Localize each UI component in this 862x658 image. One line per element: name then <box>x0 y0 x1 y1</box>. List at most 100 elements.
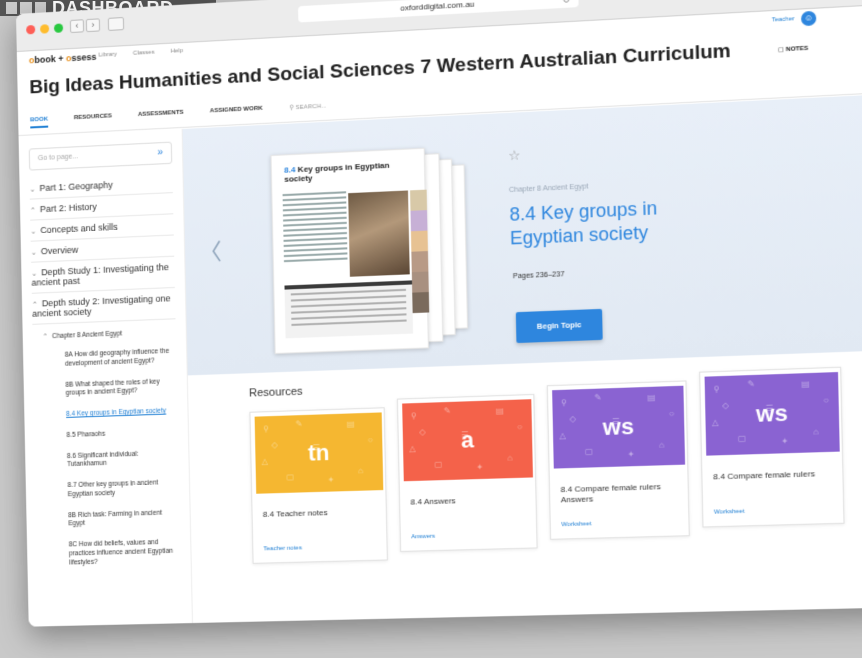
resource-type-link[interactable]: Worksheet <box>714 509 745 516</box>
sidebar-section-label: Overview <box>40 244 79 257</box>
pattern-icon: ⌂ <box>658 440 665 450</box>
sidebar-topic-item[interactable]: 8B Rich task: Farming in ancient Egypt <box>36 503 180 537</box>
pattern-icon: ✦ <box>476 462 484 472</box>
resource-card[interactable]: ⚲ ✎ ▤ ○ △ ▢ ✦ ⌂ ☰ ◇ a 8.4 Answers Answers <box>396 393 538 552</box>
tab-book[interactable]: BOOK <box>30 116 49 129</box>
sidebar: Go to page... » ⌄ Part 1: Geography ⌃ Part … <box>18 128 194 627</box>
pattern-icon: ▤ <box>647 392 656 403</box>
page-thumbnail-title: 8.4 Key groups in Egyptian society <box>283 160 390 184</box>
page-range: Pages 236–237 <box>512 271 565 281</box>
reload-icon[interactable]: ↻ <box>562 0 570 8</box>
resource-card[interactable]: ⚲ ✎ ▤ ○ △ ▢ ✦ ⌂ ☰ ◇ tn 8.4 Teacher notes Teacher not… <box>249 407 388 564</box>
avatar-icon: ☺ <box>800 10 817 27</box>
sidebar-topic-item[interactable]: 8.7 Other key groups in ancient Egyptian… <box>36 473 180 507</box>
library-link[interactable]: Library <box>99 52 117 59</box>
resource-thumbnail: ⚲ ✎ ▤ ○ △ ▢ ✦ ⌂ ☰ ◇ tn <box>254 412 384 494</box>
notes-icon: ▢ <box>777 46 785 54</box>
page-title: Big Ideas Humanities and Social Sciences… <box>29 40 731 99</box>
begin-topic-button[interactable]: Begin Topic <box>515 308 603 344</box>
resource-type-badge: tn <box>307 439 330 466</box>
tab-resources[interactable]: RESOURCES <box>74 113 112 126</box>
pattern-icon: ▢ <box>434 459 443 470</box>
browser-window: ‹ › oxforddigital.com.au ↻ ⇪ ❐ ● obook +… <box>16 0 862 627</box>
chevron-down-icon: ⌄ <box>30 228 37 236</box>
sidebar-topic-item[interactable]: 8B What shaped the roles of key groups i… <box>33 371 177 406</box>
sidebar-topic-item[interactable]: 8C How did beliefs, values and practices… <box>37 533 181 575</box>
pattern-icon: ◇ <box>419 427 426 437</box>
favourite-star-icon[interactable]: ☆ <box>508 147 521 164</box>
pattern-icon: ✎ <box>594 392 602 403</box>
pattern-icon: ○ <box>823 395 829 405</box>
url-text: oxforddigital.com.au <box>400 0 475 13</box>
pattern-icon: △ <box>559 431 566 441</box>
sidebar-section-label: Part 1: Geography <box>39 179 113 194</box>
pattern-icon: ⌂ <box>358 466 364 476</box>
pattern-icon: ⚲ <box>262 424 270 434</box>
page-preview[interactable]: 8.4 Key groups in Egyptian society <box>270 146 470 355</box>
pattern-icon: ⚲ <box>560 397 568 408</box>
page-thumbnail-front: 8.4 Key groups in Egyptian society <box>270 147 430 355</box>
pattern-icon: ▢ <box>584 446 594 457</box>
pattern-icon: ◇ <box>722 400 730 411</box>
resource-cards: ⚲ ✎ ▤ ○ △ ▢ ✦ ⌂ ☰ ◇ tn 8.4 Teacher notes Teacher not… <box>249 366 845 564</box>
pattern-icon: ⌂ <box>507 453 513 463</box>
search-field[interactable]: ⚲ SEARCH... <box>289 102 326 115</box>
resource-card[interactable]: ⚲ ✎ ▤ ○ △ ▢ ✦ ⌂ ☰ ◇ ws 8.4 Compare female rulers Wor… <box>699 366 845 528</box>
chapter-label: Chapter 8 Ancient Egypt <box>508 183 589 195</box>
chevron-up-icon: ⌃ <box>42 333 49 341</box>
sidebar-toggle-button[interactable] <box>107 16 125 31</box>
back-button[interactable]: ‹ <box>69 19 85 34</box>
chevron-down-icon: ⌄ <box>29 186 36 194</box>
sidebar-section-label: Depth study 2: Investigating one ancient… <box>32 293 171 319</box>
pattern-icon: ▤ <box>346 419 355 429</box>
minimize-window-button[interactable] <box>40 24 50 34</box>
forward-button[interactable]: › <box>85 18 101 33</box>
pattern-icon: ✎ <box>443 406 451 416</box>
pattern-icon: ◇ <box>271 440 278 450</box>
pattern-icon: △ <box>261 456 269 467</box>
resources-heading: Resources <box>248 385 303 400</box>
sidebar-topic-item[interactable]: 8.6 Significant individual: Tutankhamun <box>35 443 179 477</box>
resource-type-link[interactable]: Worksheet <box>561 521 591 528</box>
pattern-icon: ◇ <box>569 414 577 424</box>
resource-title: 8.4 Teacher notes <box>262 507 328 519</box>
search-icon: ⚲ <box>289 105 294 112</box>
pattern-icon: ✎ <box>747 379 755 389</box>
resource-title: 8.4 Compare female rulers Answers <box>560 481 661 505</box>
user-menu[interactable]: Teacher ☺ <box>771 10 817 28</box>
resource-title: 8.4 Answers <box>410 496 456 507</box>
chevron-up-icon: ⌃ <box>29 207 36 215</box>
pattern-icon: ▢ <box>737 433 747 444</box>
pattern-icon: △ <box>409 444 416 454</box>
pattern-icon: ⚲ <box>713 384 720 395</box>
maximize-window-button[interactable] <box>53 23 64 33</box>
pattern-icon: ▤ <box>801 379 810 389</box>
help-link[interactable]: Help <box>171 48 184 55</box>
pattern-icon: ✦ <box>781 436 789 447</box>
resource-type-badge: a <box>460 426 474 453</box>
address-bar[interactable]: oxforddigital.com.au ↻ <box>298 0 579 23</box>
notes-button[interactable]: ▢ NOTES <box>778 45 808 54</box>
topic-hero: 〈 〉 8.4 Key groups in Egyptian society <box>182 92 862 376</box>
close-window-button[interactable] <box>26 24 36 35</box>
brand-logo[interactable]: obook + ossess <box>29 52 97 66</box>
go-to-page-input[interactable]: Go to page... » <box>28 141 173 171</box>
resource-card[interactable]: ⚲ ✎ ▤ ○ △ ▢ ✦ ⌂ ☰ ◇ ws 8.4 Compare female rulers An… <box>546 380 690 540</box>
tab-assigned-work[interactable]: ASSIGNED WORK <box>210 106 263 120</box>
sidebar-chapter-label: Chapter 8 Ancient Egypt <box>51 330 123 341</box>
tab-assessments[interactable]: ASSESSMENTS <box>138 110 184 123</box>
sidebar-section-label: Concepts and skills <box>40 221 118 236</box>
resource-type-link[interactable]: Teacher notes <box>263 545 302 552</box>
previous-topic-arrow-icon[interactable]: 〈 <box>199 233 222 266</box>
pattern-icon: ✎ <box>295 419 303 429</box>
classes-link[interactable]: Classes <box>133 50 155 57</box>
go-arrow-icon[interactable]: » <box>157 143 163 163</box>
resource-thumbnail: ⚲ ✎ ▤ ○ △ ▢ ✦ ⌂ ☰ ◇ ws <box>552 385 686 469</box>
pattern-icon: ⌂ <box>813 427 819 437</box>
user-name: Teacher <box>771 16 795 24</box>
pattern-icon: ✦ <box>627 449 635 460</box>
pattern-icon: ○ <box>517 422 523 432</box>
statue-image <box>348 190 410 277</box>
resource-thumbnail: ⚲ ✎ ▤ ○ △ ▢ ✦ ⌂ ☰ ◇ a <box>402 399 533 482</box>
resource-type-link[interactable]: Answers <box>411 534 435 541</box>
